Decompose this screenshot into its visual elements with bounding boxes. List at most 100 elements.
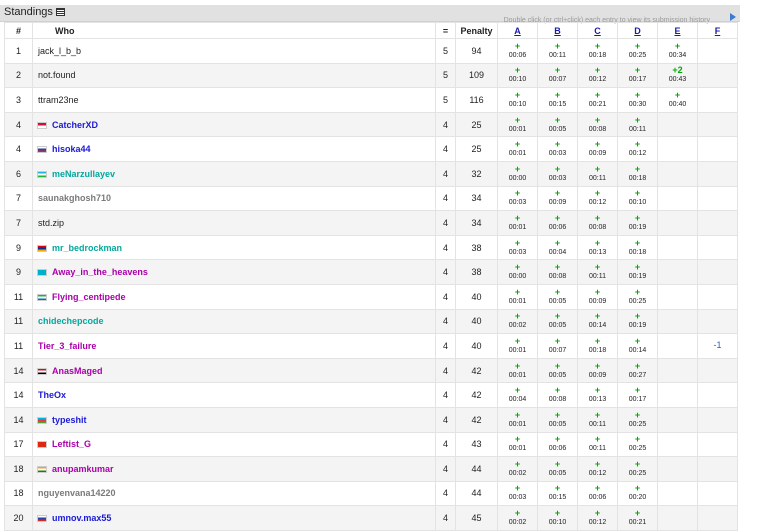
problem-result-cell[interactable]: +00:18 — [617, 160, 658, 187]
participant-handle-link[interactable]: meNarzullayev — [52, 169, 115, 179]
problem-result-cell[interactable]: +00:05 — [537, 111, 578, 138]
problem-result-cell[interactable]: +00:01 — [497, 210, 538, 236]
problem-result-cell[interactable] — [697, 480, 738, 507]
participant-handle-link[interactable]: Away_in_the_heavens — [52, 267, 148, 277]
problem-result-cell[interactable] — [697, 234, 738, 261]
problem-f-link[interactable]: F — [715, 26, 721, 36]
participant-handle-link[interactable]: not.found — [38, 70, 76, 80]
participant-handle-link[interactable]: AnasMaged — [52, 366, 103, 376]
problem-result-cell[interactable]: +00:03 — [537, 160, 578, 187]
table-row[interactable]: 3 ttram23ne 5 116 +00:10 +00:15 +00:21 +00:30 +0… — [4, 87, 738, 113]
problem-result-cell[interactable]: +00:02 — [497, 505, 538, 531]
problem-result-cell[interactable]: +00:19 — [617, 308, 658, 335]
problem-result-cell[interactable]: +00:05 — [537, 406, 578, 433]
problem-result-cell[interactable]: +00:11 — [577, 160, 618, 187]
table-row[interactable]: 11 chidechepcode 4 40 +00:02 +00:05 +00:14 +00:… — [4, 308, 738, 335]
table-row[interactable]: 11 Flying_centipede 4 40 +00:01 +00:05 +00:09 +… — [4, 283, 738, 310]
table-row[interactable]: 14 TheOx 4 42 +00:04 +00:08 +00:13 +00:17 — [4, 382, 738, 408]
table-row[interactable]: 7 saunakghosh710 4 34 +00:03 +00:09 +00:12 +00:… — [4, 185, 738, 212]
problem-result-cell[interactable]: +00:21 — [617, 505, 658, 531]
problem-result-cell[interactable] — [697, 87, 738, 113]
table-row[interactable]: 20 umnov.max55 4 45 +00:02 +00:10 +00:12 +00:21 — [4, 505, 738, 531]
problem-result-cell[interactable]: +00:08 — [577, 111, 618, 138]
problem-result-cell[interactable] — [657, 406, 698, 433]
problem-result-cell[interactable] — [697, 160, 738, 187]
table-row[interactable]: 18 anupamkumar 4 44 +00:02 +00:05 +00:12 +00:25 — [4, 456, 738, 482]
table-row[interactable]: 6 meNarzullayev 4 32 +00:00 +00:03 +00:11 +00:1… — [4, 160, 738, 187]
problem-result-cell[interactable]: +00:06 — [537, 210, 578, 236]
table-row[interactable]: 17 Leftist_G 4 43 +00:01 +00:06 +00:11 +00:25 — [4, 431, 738, 458]
col-problem-c[interactable]: C — [577, 22, 618, 39]
problem-result-cell[interactable] — [697, 357, 738, 384]
problem-result-cell[interactable] — [657, 456, 698, 482]
problem-result-cell[interactable]: +00:17 — [617, 382, 658, 408]
problem-result-cell[interactable]: +00:01 — [497, 136, 538, 162]
problem-result-cell[interactable]: +00:03 — [497, 480, 538, 507]
participant-handle-link[interactable]: nguyenvana14220 — [38, 488, 116, 498]
table-row[interactable]: 4 CatcherXD 4 25 +00:01 +00:05 +00:08 +00:11 — [4, 111, 738, 138]
problem-a-link[interactable]: A — [514, 26, 521, 36]
participant-handle-link[interactable]: hisoka44 — [52, 144, 91, 154]
problem-result-cell[interactable] — [657, 160, 698, 187]
col-problem-e[interactable]: E — [657, 22, 698, 39]
problem-result-cell[interactable]: +00:08 — [537, 382, 578, 408]
problem-b-link[interactable]: B — [554, 26, 561, 36]
problem-result-cell[interactable]: +00:08 — [577, 210, 618, 236]
problem-result-cell[interactable]: +00:12 — [577, 185, 618, 212]
problem-result-cell[interactable] — [697, 136, 738, 162]
table-icon[interactable] — [55, 8, 65, 16]
problem-result-cell[interactable]: +00:03 — [537, 136, 578, 162]
problem-result-cell[interactable] — [657, 259, 698, 285]
problem-result-cell[interactable]: +00:12 — [577, 456, 618, 482]
problem-result-cell[interactable]: +00:11 — [537, 38, 578, 64]
problem-result-cell[interactable]: +00:06 — [577, 480, 618, 507]
problem-result-cell[interactable]: +00:08 — [537, 259, 578, 285]
problem-result-cell[interactable] — [657, 505, 698, 531]
problem-result-cell[interactable] — [657, 333, 698, 359]
table-row[interactable]: 4 hisoka44 4 25 +00:01 +00:03 +00:09 +00:12 — [4, 136, 738, 162]
table-row[interactable]: 14 typeshit 4 42 +00:01 +00:05 +00:11 +00:25 — [4, 406, 738, 433]
problem-result-cell[interactable] — [697, 308, 738, 335]
expand-arrow-icon[interactable] — [730, 13, 736, 21]
participant-handle-link[interactable]: umnov.max55 — [52, 513, 111, 523]
problem-result-cell[interactable]: +00:09 — [577, 283, 618, 310]
problem-result-cell[interactable] — [657, 308, 698, 335]
col-problem-b[interactable]: B — [537, 22, 578, 39]
problem-result-cell[interactable] — [657, 210, 698, 236]
problem-result-cell[interactable]: -1 — [697, 333, 738, 359]
problem-result-cell[interactable]: +00:10 — [537, 505, 578, 531]
problem-result-cell[interactable] — [657, 382, 698, 408]
problem-result-cell[interactable]: +00:12 — [577, 62, 618, 89]
problem-result-cell[interactable]: +00:21 — [577, 87, 618, 113]
problem-result-cell[interactable]: +00:14 — [617, 333, 658, 359]
participant-handle-link[interactable]: Flying_centipede — [52, 292, 126, 302]
table-row[interactable]: 1 jack_l_b_b 5 94 +00:06 +00:11 +00:18 +00:25 +0… — [4, 38, 738, 64]
problem-result-cell[interactable] — [697, 111, 738, 138]
problem-result-cell[interactable]: +00:01 — [497, 283, 538, 310]
problem-result-cell[interactable] — [697, 382, 738, 408]
problem-result-cell[interactable]: +00:04 — [497, 382, 538, 408]
problem-result-cell[interactable]: +00:12 — [617, 136, 658, 162]
col-problem-f[interactable]: F — [697, 22, 738, 39]
problem-result-cell[interactable]: +00:09 — [537, 185, 578, 212]
problem-result-cell[interactable] — [697, 431, 738, 458]
problem-result-cell[interactable]: +00:09 — [577, 357, 618, 384]
problem-result-cell[interactable]: +00:01 — [497, 431, 538, 458]
problem-result-cell[interactable]: +00:01 — [497, 333, 538, 359]
problem-result-cell[interactable] — [697, 259, 738, 285]
problem-d-link[interactable]: D — [634, 26, 641, 36]
problem-result-cell[interactable]: +00:00 — [497, 160, 538, 187]
problem-result-cell[interactable]: +00:18 — [617, 234, 658, 261]
problem-result-cell[interactable] — [657, 111, 698, 138]
table-row[interactable]: 11 Tier_3_failure 4 40 +00:01 +00:07 +00:18 +00… — [4, 333, 738, 359]
problem-result-cell[interactable]: +2 00:43 — [657, 62, 698, 89]
participant-handle-link[interactable]: CatcherXD — [52, 120, 98, 130]
problem-result-cell[interactable]: +00:03 — [497, 185, 538, 212]
table-row[interactable]: 9 Away_in_the_heavens 4 38 +00:00 +00:08 +00:1… — [4, 259, 738, 285]
participant-handle-link[interactable]: Tier_3_failure — [38, 341, 96, 351]
problem-result-cell[interactable]: +00:02 — [497, 308, 538, 335]
problem-result-cell[interactable]: +00:02 — [497, 456, 538, 482]
problem-result-cell[interactable]: +00:20 — [617, 480, 658, 507]
problem-result-cell[interactable]: +00:09 — [577, 136, 618, 162]
col-problem-a[interactable]: A — [497, 22, 538, 39]
